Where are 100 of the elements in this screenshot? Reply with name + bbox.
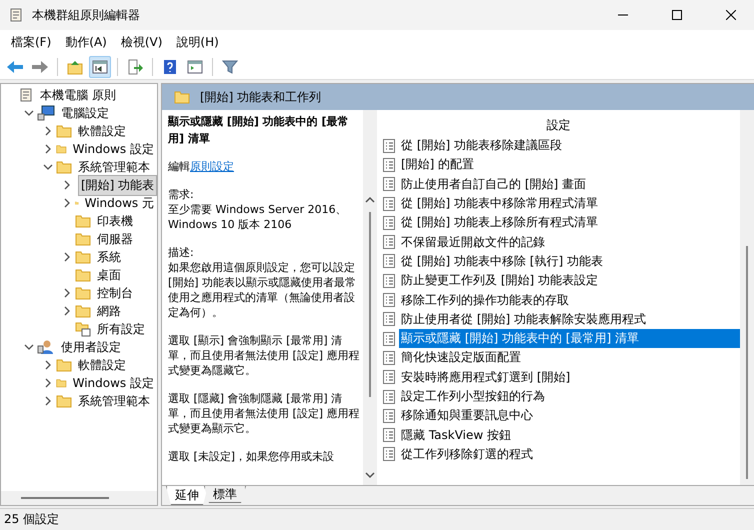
- setting-row[interactable]: 從 [開始] 功能表移除建議區段: [399, 136, 740, 156]
- toolbar-button[interactable]: [89, 56, 111, 78]
- folder-icon: [56, 160, 72, 174]
- folder-icon: [75, 304, 91, 318]
- tree-item[interactable]: Windows 設定: [70, 372, 157, 394]
- policy-icon: [383, 138, 395, 153]
- close-icon: [726, 10, 736, 20]
- description-text: 選取 [隱藏] 會強制隱藏 [最常用] 清單，而且使用者無法使用 [設定] 應用程式變更為顯示它。: [168, 391, 361, 436]
- menu-item[interactable]: 檢視(V): [114, 32, 170, 52]
- menu-item[interactable]: 檔案(F): [4, 32, 58, 52]
- setting-row[interactable]: 設定工作列小型按鈕的行為: [399, 387, 740, 406]
- tree-item[interactable]: 所有設定: [94, 318, 148, 340]
- scroll-up-icon[interactable]: [365, 196, 375, 204]
- setting-row[interactable]: 防止使用者從 [開始] 功能表解除安裝應用程式: [399, 310, 740, 329]
- setting-row[interactable]: 不保留最近開啟文件的記錄: [399, 232, 740, 252]
- collapse-chevron-icon[interactable]: [43, 162, 53, 172]
- column-header[interactable]: 設定: [377, 114, 740, 136]
- help-icon: [163, 58, 177, 74]
- setting-row[interactable]: 從工作列移除釘選的程式: [399, 444, 740, 464]
- tree-item[interactable]: 系統管理範本: [75, 390, 153, 412]
- tree-item[interactable]: Windows 設定: [70, 138, 157, 160]
- export-list-icon: [127, 58, 143, 74]
- menu-item[interactable]: 動作(A): [58, 32, 114, 52]
- policy-icon: [383, 254, 395, 268]
- tree-item[interactable]: 系統管理範本: [75, 156, 153, 178]
- back-arrow-icon: [6, 60, 24, 74]
- folder-icon: [75, 268, 91, 282]
- setting-row[interactable]: 顯示或隱藏 [開始] 功能表中的 [最常用] 清單: [399, 329, 740, 348]
- setting-row[interactable]: 防止使用者自訂自己的 [開始] 畫面: [399, 174, 740, 194]
- view-tab[interactable]: 延伸: [166, 486, 208, 505]
- policy-icon: [383, 350, 395, 365]
- folder-icon: [75, 232, 91, 246]
- folder-icon: [75, 286, 91, 300]
- expand-chevron-icon[interactable]: [62, 252, 72, 262]
- scrollbar-thumb[interactable]: [21, 497, 109, 499]
- tree-item[interactable]: 印表機: [94, 210, 136, 232]
- policy-icon: [383, 332, 395, 346]
- description-text: 選取 [顯示] 會強制顯示 [最常用] 清單，而且使用者無法使用 [設定] 應用程式變更為隱藏它。: [168, 333, 361, 378]
- forward-arrow-icon: [31, 60, 49, 74]
- tree-item[interactable]: 伺服器: [94, 228, 136, 250]
- expand-chevron-icon[interactable]: [62, 180, 72, 190]
- view-tab[interactable]: 標準: [204, 486, 246, 503]
- tree-item[interactable]: 桌面: [94, 264, 124, 286]
- settings-folder-icon: [75, 321, 91, 337]
- expand-chevron-icon[interactable]: [62, 198, 72, 208]
- expand-chevron-icon[interactable]: [43, 144, 53, 154]
- tree-item[interactable]: 使用者設定: [58, 336, 124, 358]
- folder-icon: [75, 250, 91, 264]
- tree-item[interactable]: 網路: [94, 300, 124, 322]
- expand-chevron-icon[interactable]: [43, 378, 53, 388]
- scrollbar-thumb[interactable]: [369, 212, 371, 397]
- policy-icon: [383, 408, 395, 423]
- console-tree-icon: [92, 60, 108, 74]
- setting-row[interactable]: 安裝時將應用程式釘選到 [開始]: [399, 368, 740, 387]
- expand-chevron-icon[interactable]: [43, 396, 53, 406]
- tree-item[interactable]: 本機電腦 原則: [37, 84, 119, 106]
- folder-icon: [174, 90, 190, 104]
- setting-row[interactable]: 防止變更工作列及 [開始] 功能表設定: [399, 271, 740, 290]
- menu-item[interactable]: 說明(H): [169, 32, 226, 52]
- policy-icon: [383, 293, 395, 308]
- folder-icon: [56, 124, 72, 138]
- policy-title: 顯示或隱藏 [開始] 功能表中的 [最常用] 清單: [168, 114, 350, 147]
- expand-chevron-icon[interactable]: [43, 126, 53, 136]
- setting-row[interactable]: 移除通知與重要訊息中心: [399, 406, 740, 426]
- expand-chevron-icon[interactable]: [43, 360, 53, 370]
- tree-item[interactable]: Windows 元: [82, 192, 157, 214]
- policy-icon: [383, 390, 395, 404]
- policy-icon: [383, 274, 395, 288]
- setting-row[interactable]: 從 [開始] 功能表中移除 [執行] 功能表: [399, 252, 740, 271]
- setting-row[interactable]: [開始] 的配置: [399, 155, 740, 174]
- policy-icon: [383, 216, 395, 230]
- tree-item[interactable]: 電腦設定: [58, 102, 112, 124]
- collapse-chevron-icon[interactable]: [24, 342, 34, 352]
- window-title: 本機群組原則編輯器: [32, 6, 141, 24]
- tree-item[interactable]: [開始] 功能表: [78, 174, 157, 196]
- tree-item[interactable]: 控制台: [94, 282, 136, 304]
- setting-row[interactable]: 從 [開始] 功能表上移除所有程式清單: [399, 213, 740, 232]
- edit-label: 編輯: [168, 160, 190, 173]
- policy-settings-link[interactable]: 原則設定: [190, 160, 234, 173]
- setting-row[interactable]: 從 [開始] 功能表中移除常用程式清單: [399, 194, 740, 214]
- app-icon: [8, 7, 24, 23]
- up-folder-icon: [67, 58, 83, 74]
- tree-item[interactable]: 軟體設定: [75, 120, 129, 142]
- expand-chevron-icon[interactable]: [62, 288, 72, 298]
- filter-icon: [222, 58, 238, 74]
- policy-icon: [383, 235, 395, 250]
- setting-row[interactable]: 隱藏 TaskView 按鈕: [399, 426, 740, 445]
- description-text: 描述: 如果您啟用這個原則設定，您可以設定 [開始] 功能表以顯示或隱藏使用者最常使用之應用程式的清單（無論使用者設定為何）。: [168, 245, 358, 320]
- policy-icon: [383, 312, 395, 326]
- maximize-icon: [672, 10, 682, 20]
- scrollbar-thumb[interactable]: [746, 246, 748, 479]
- expand-chevron-icon[interactable]: [62, 306, 72, 316]
- setting-row[interactable]: 移除工作列的操作功能表的存取: [399, 290, 740, 310]
- tree-item[interactable]: 系統: [94, 246, 124, 268]
- collapse-chevron-icon[interactable]: [24, 108, 34, 118]
- tree-item[interactable]: 軟體設定: [75, 354, 129, 376]
- setting-row[interactable]: 簡化快速設定版面配置: [399, 348, 740, 368]
- folder-icon: [75, 214, 91, 228]
- scroll-down-icon[interactable]: [365, 471, 375, 479]
- policy-icon: [383, 428, 395, 442]
